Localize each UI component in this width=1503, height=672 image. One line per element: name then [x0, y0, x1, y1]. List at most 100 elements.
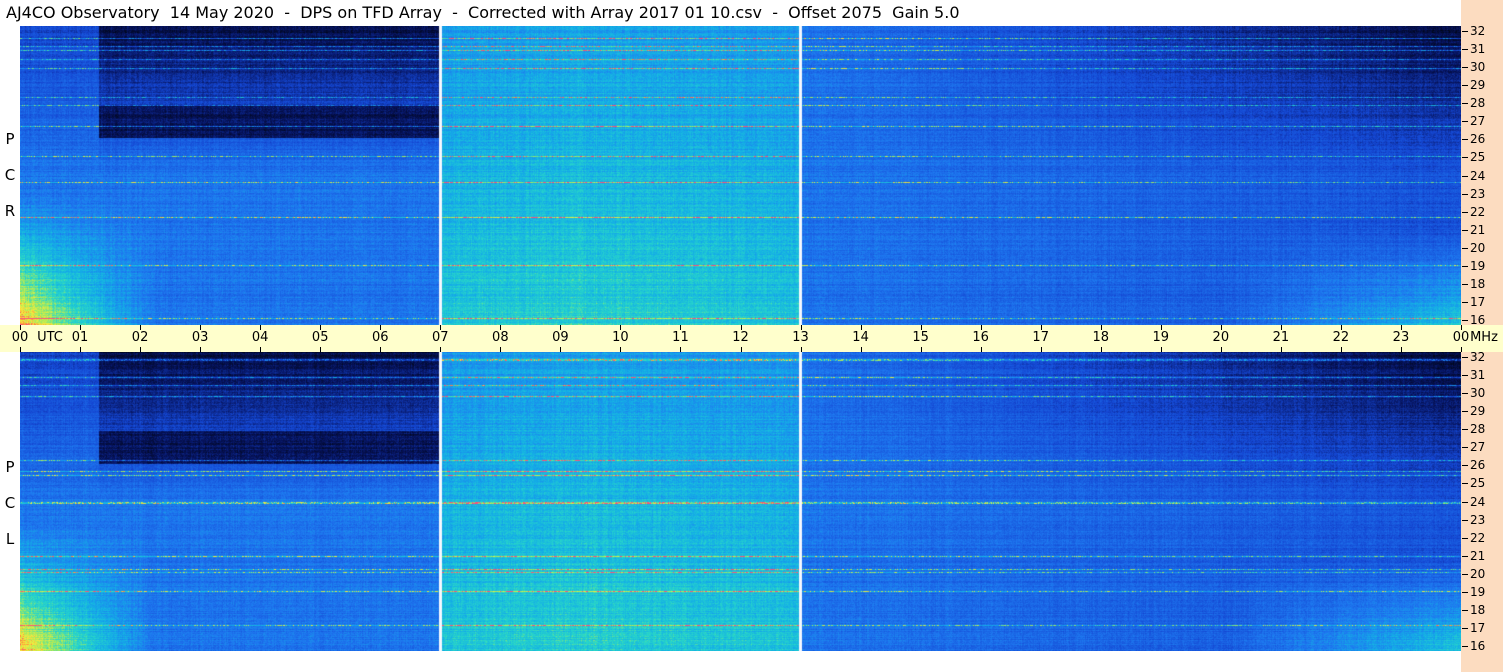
utc-unit-label: UTC [37, 330, 63, 345]
rcp-letter-1: P [5, 130, 15, 148]
utc-tick-mark [981, 325, 982, 330]
utc-tick-mark [1461, 347, 1462, 352]
utc-tick-15: 15 [912, 330, 929, 345]
freq-tick-label: 23 [1470, 186, 1486, 201]
tick-mark [1462, 283, 1468, 285]
freq-tick-label: 20 [1470, 240, 1486, 255]
lcp-letter-3: L [5, 530, 15, 548]
page-title: AJ4CO Observatory 14 May 2020 - DPS on T… [6, 3, 960, 22]
lcp-freq-tick-30: 30 [1462, 387, 1485, 399]
freq-tick-label: 26 [1470, 132, 1486, 147]
lcp-polarization-label: P C L [0, 458, 20, 548]
lcp-freq-tick-16: 16 [1462, 640, 1485, 652]
rcp-freq-tick-27: 27 [1462, 115, 1485, 127]
freq-tick-label: 23 [1470, 512, 1486, 527]
utc-tick-mark [1041, 325, 1042, 330]
freq-tick-label: 28 [1470, 422, 1486, 437]
utc-tick-22: 22 [1332, 330, 1350, 345]
utc-tick-mark [620, 347, 621, 352]
utc-tick-21: 21 [1272, 330, 1290, 345]
lcp-spectrogram-image [20, 352, 1461, 651]
utc-tick-14: 14 [852, 330, 869, 345]
freq-tick-label: 18 [1470, 602, 1486, 617]
tick-mark [1462, 139, 1468, 141]
utc-tick-mark [1161, 325, 1162, 330]
freq-tick-label: 17 [1470, 620, 1486, 635]
utc-tick-mark [560, 325, 561, 330]
rcp-freq-tick-30: 30 [1462, 61, 1485, 73]
freq-tick-label: 31 [1470, 368, 1486, 383]
rcp-freq-tick-24: 24 [1462, 170, 1485, 182]
rcp-freq-tick-32: 32 [1462, 25, 1485, 37]
utc-tick-12: 12 [732, 330, 749, 345]
lcp-freq-tick-18: 18 [1462, 604, 1485, 616]
freq-tick-label: 30 [1470, 60, 1486, 75]
mhz-unit-label: MHz [1470, 330, 1498, 345]
rcp-polarization-label: P C R [0, 130, 20, 220]
time-axis-band [0, 325, 1461, 352]
utc-tick-3: 03 [191, 330, 209, 345]
freq-tick-label: 16 [1470, 313, 1486, 327]
utc-tick-mark [260, 325, 261, 330]
utc-tick-20: 20 [1212, 330, 1230, 345]
utc-tick-mark [801, 347, 802, 352]
utc-tick-10: 10 [612, 330, 629, 345]
rcp-freq-tick-20: 20 [1462, 242, 1485, 254]
utc-tick-19: 19 [1152, 330, 1170, 345]
rcp-freq-tick-16: 16 [1462, 314, 1485, 326]
utc-tick-9: 09 [552, 330, 569, 345]
tick-mark [1462, 49, 1468, 51]
tick-mark [1462, 609, 1468, 611]
utc-tick-mark [20, 347, 21, 352]
freq-tick-label: 29 [1470, 78, 1486, 93]
freq-tick-label: 25 [1470, 476, 1486, 491]
utc-tick-mark [560, 347, 561, 352]
utc-tick-mark [200, 347, 201, 352]
utc-tick-mark [1221, 347, 1222, 352]
lcp-freq-tick-28: 28 [1462, 423, 1485, 435]
freq-tick-label: 19 [1470, 584, 1486, 599]
freq-tick-label: 26 [1470, 458, 1486, 473]
utc-tick-mark [861, 347, 862, 352]
freq-tick-label: 21 [1470, 548, 1486, 563]
utc-tick-mark [1221, 325, 1222, 330]
lcp-freq-tick-20: 20 [1462, 568, 1485, 580]
utc-tick-mark [1461, 325, 1462, 330]
freq-tick-label: 17 [1470, 294, 1486, 309]
tick-mark [1462, 429, 1468, 431]
utc-tick-mark [20, 325, 21, 330]
utc-tick-mark [1101, 325, 1102, 330]
utc-tick-5: 05 [311, 330, 329, 345]
utc-tick-mark [200, 325, 201, 330]
tick-mark [1462, 555, 1468, 557]
tick-mark [1462, 357, 1468, 358]
freq-tick-label: 27 [1470, 114, 1486, 129]
freq-tick-label: 29 [1470, 404, 1486, 419]
rcp-spectrogram-image [20, 26, 1461, 325]
utc-tick-mark [1401, 325, 1402, 330]
utc-tick-mark [741, 347, 742, 352]
utc-tick-1: 01 [71, 330, 89, 345]
lcp-freq-tick-19: 19 [1462, 586, 1485, 598]
tick-mark [1462, 229, 1468, 231]
utc-tick-mark [260, 347, 261, 352]
utc-tick-mark [1401, 347, 1402, 352]
utc-tick-mark [680, 347, 681, 352]
freq-tick-label: 31 [1470, 42, 1486, 57]
utc-tick-mark [440, 347, 441, 352]
utc-tick-8: 08 [492, 330, 509, 345]
utc-tick-mark [620, 325, 621, 330]
freq-tick-label: 24 [1470, 494, 1486, 509]
tick-mark [1462, 465, 1468, 467]
utc-tick-mark [921, 325, 922, 330]
tick-mark [1462, 85, 1468, 87]
utc-tick-23: 23 [1392, 330, 1410, 345]
tick-mark [1462, 31, 1468, 32]
utc-tick-mark [1161, 347, 1162, 352]
freq-tick-label: 22 [1470, 530, 1486, 545]
utc-tick-16: 16 [972, 330, 989, 345]
lcp-freq-tick-22: 22 [1462, 532, 1485, 544]
tick-mark [1462, 447, 1468, 449]
utc-tick-mark [1341, 347, 1342, 352]
lcp-spectrogram-panel [20, 352, 1461, 651]
